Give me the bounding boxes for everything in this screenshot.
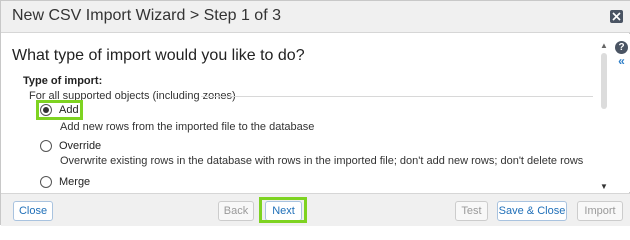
section-divider: [201, 96, 593, 97]
back-button[interactable]: Back: [218, 201, 254, 221]
window-title: New CSV Import Wizard > Step 1 of 3: [12, 7, 281, 24]
import-button[interactable]: Import: [577, 201, 623, 221]
footer-bar: Close Back Next Test Save & Close Import: [1, 193, 630, 226]
save-close-button[interactable]: Save & Close: [497, 201, 567, 221]
test-button[interactable]: Test: [455, 201, 488, 221]
scrollbar-thumb[interactable]: [601, 53, 607, 109]
scroll-down-icon[interactable]: ▼: [599, 182, 609, 192]
override-label[interactable]: Override: [59, 140, 101, 152]
override-description: Overwrite existing rows in the database …: [60, 155, 584, 167]
close-icon[interactable]: [610, 10, 623, 23]
add-description: Add new rows from the imported file to t…: [60, 121, 315, 133]
add-option-highlight: [36, 100, 83, 120]
collapse-icon[interactable]: «: [615, 55, 628, 68]
import-question: What type of import would you like to do…: [12, 47, 305, 64]
close-button[interactable]: Close: [13, 201, 53, 221]
import-wizard-dialog: New CSV Import Wizard > Step 1 of 3 What…: [0, 0, 630, 226]
help-icon[interactable]: ?: [615, 41, 628, 54]
scroll-up-icon[interactable]: ▲: [599, 41, 609, 51]
title-bar: New CSV Import Wizard > Step 1 of 3: [1, 1, 630, 33]
type-of-import-label: Type of import:: [23, 75, 103, 87]
merge-radio[interactable]: [40, 176, 52, 188]
override-radio[interactable]: [40, 140, 52, 152]
wizard-content: What type of import would you like to do…: [1, 34, 613, 192]
merge-label[interactable]: Merge: [59, 176, 90, 188]
next-button-highlight: [259, 197, 307, 223]
